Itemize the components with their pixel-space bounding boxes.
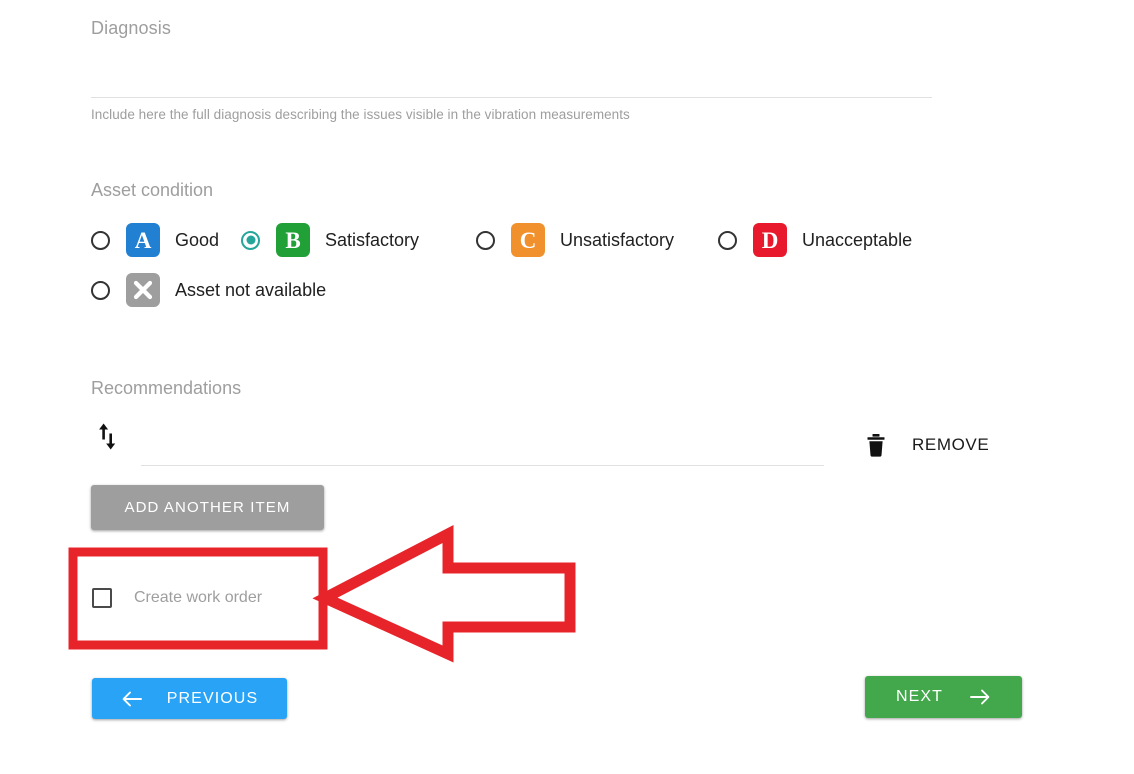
- asset-condition-section: Asset condition A Good B Satisfactory C …: [91, 180, 1051, 315]
- diagnosis-label: Diagnosis: [91, 18, 171, 38]
- radio-option-satisfactory[interactable]: B Satisfactory: [241, 218, 476, 262]
- grade-badge-x: [126, 273, 160, 307]
- radio-unsatisfactory[interactable]: [476, 230, 495, 250]
- radio-asset-not-available[interactable]: [91, 280, 110, 300]
- grade-badge-a: A: [126, 223, 160, 257]
- radio-option-unsatisfactory[interactable]: C Unsatisfactory: [476, 218, 718, 262]
- radio-option-asset-not-available[interactable]: Asset not available: [91, 268, 326, 312]
- remove-recommendation-button[interactable]: REMOVE: [866, 425, 989, 465]
- sort-up-down-icon[interactable]: [96, 423, 122, 453]
- radio-option-good[interactable]: A Good: [91, 218, 241, 262]
- diagnosis-input[interactable]: [91, 53, 932, 98]
- recommendations-section: Recommendations REMOVE ADD ANOTHER ITEM: [91, 378, 1051, 530]
- asset-condition-row-primary: A Good B Satisfactory C Unsatisfactory D: [91, 215, 1051, 265]
- arrow-right-icon: [970, 689, 990, 705]
- recommendation-input[interactable]: [141, 435, 824, 466]
- radio-option-unacceptable[interactable]: D Unacceptable: [718, 218, 912, 262]
- pointer-arrow-left: [312, 524, 576, 663]
- create-work-order-checkbox[interactable]: [92, 588, 112, 608]
- radio-label-satisfactory: Satisfactory: [325, 229, 420, 250]
- radio-label-good: Good: [175, 229, 220, 250]
- grade-badge-c: C: [511, 223, 545, 257]
- next-label: NEXT: [895, 688, 944, 705]
- recommendation-item: REMOVE: [91, 421, 1051, 467]
- create-work-order-label: Create work order: [134, 589, 263, 606]
- remove-label: REMOVE: [912, 435, 990, 454]
- previous-label: PREVIOUS: [166, 689, 259, 707]
- radio-good[interactable]: [91, 230, 110, 250]
- trash-icon: [867, 433, 885, 457]
- previous-button[interactable]: PREVIOUS: [92, 678, 287, 719]
- close-x-icon: [133, 280, 153, 300]
- radio-label-asset-not-available: Asset not available: [175, 279, 327, 300]
- asset-condition-label: Asset condition: [91, 180, 214, 200]
- grade-badge-b: B: [276, 223, 310, 257]
- diagnosis-helper-text: Include here the full diagnosis describi…: [91, 107, 630, 122]
- arrow-left-icon: [122, 691, 142, 706]
- radio-satisfactory[interactable]: [241, 230, 260, 250]
- add-another-item-button[interactable]: ADD ANOTHER ITEM: [91, 485, 324, 530]
- next-button[interactable]: NEXT: [865, 676, 1022, 718]
- diagnosis-section: Diagnosis Include here the full diagnosi…: [91, 18, 932, 122]
- grade-badge-d: D: [753, 223, 787, 257]
- radio-unacceptable[interactable]: [718, 230, 737, 250]
- asset-condition-row-secondary: Asset not available: [91, 265, 1051, 315]
- radio-label-unsatisfactory: Unsatisfactory: [560, 229, 675, 250]
- radio-label-unacceptable: Unacceptable: [802, 229, 913, 250]
- asset-condition-options: A Good B Satisfactory C Unsatisfactory D: [91, 215, 1051, 315]
- recommendations-label: Recommendations: [91, 378, 242, 398]
- create-work-order-row[interactable]: Create work order: [92, 583, 262, 613]
- report-form-page: Diagnosis Include here the full diagnosi…: [0, 0, 1134, 774]
